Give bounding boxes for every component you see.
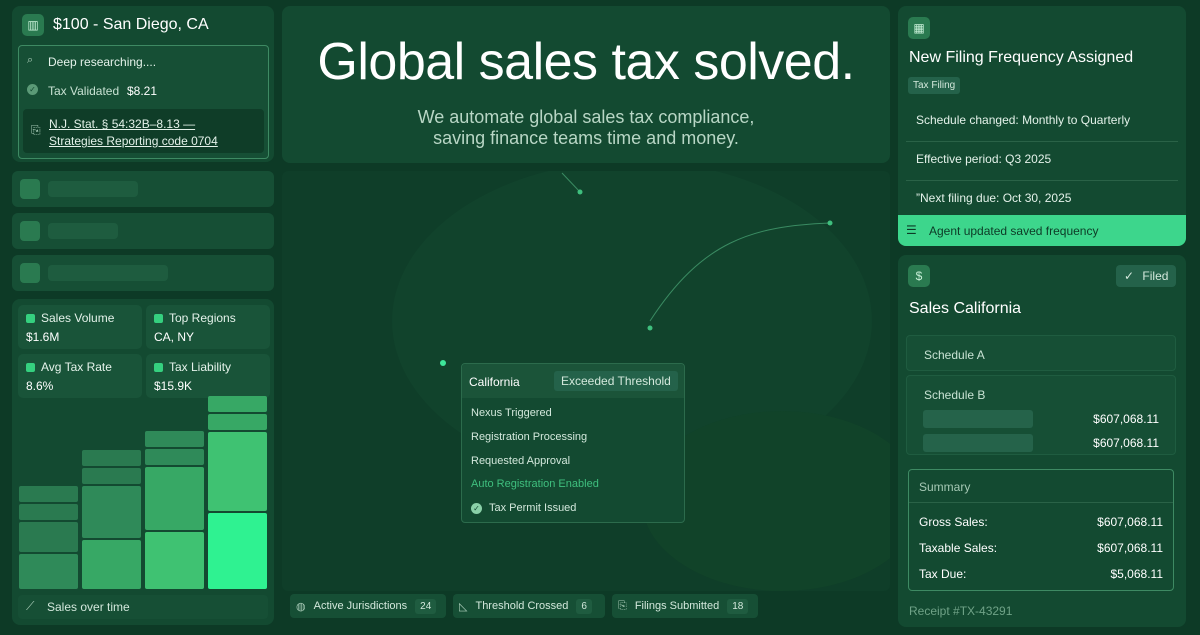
square-dot-icon <box>154 314 163 323</box>
effective-period: Effective period: Q3 2025 <box>916 152 1052 166</box>
sales-over-time-footer[interactable]: ⟋ Sales over time <box>18 595 268 619</box>
map-marker <box>827 220 833 226</box>
tax-validated-label: Tax Validated <box>48 84 120 98</box>
agent-status-text: Agent updated saved frequency <box>929 224 1099 238</box>
step-registration: Registration Processing <box>471 431 588 443</box>
sales-bar-chart <box>18 396 268 589</box>
filed-badge[interactable]: ✓ Filed <box>1116 265 1176 287</box>
citation-link[interactable]: ⎘ N.J. Stat. § 54:32B–8.13 — Strategies … <box>23 109 264 153</box>
metric-sales-volume: Sales Volume $1.6M <box>18 305 142 349</box>
citation-line-1: N.J. Stat. § 54:32B–8.13 — <box>49 117 196 131</box>
map-marker <box>577 189 583 195</box>
search-icon: ⌕ <box>27 54 34 66</box>
chart-bar-segment <box>208 432 267 511</box>
filing-card-title: New Filing Frequency Assigned <box>909 49 1134 66</box>
globe-icon: ◍ <box>296 600 306 613</box>
document-icon: ⎘ <box>31 123 41 137</box>
check-circle-icon: ✓ <box>471 503 482 514</box>
schedule-changed: Schedule changed: Monthly to Quarterly <box>916 113 1131 127</box>
placeholder-item <box>12 213 274 249</box>
gross-sales-value: $607,068.11 <box>1097 515 1163 529</box>
building-icon: ▥ <box>22 14 44 36</box>
agent-status-banner: ☰ Agent updated saved frequency <box>898 215 1186 246</box>
tax-filing-tag: Tax Filing <box>908 77 961 94</box>
chart-bar-segment <box>145 532 204 589</box>
chart-bar-segment <box>145 449 204 465</box>
schedule-a-label: Schedule A <box>924 348 985 362</box>
metric-avg-tax-rate: Avg Tax Rate 8.6% <box>18 354 142 398</box>
calendar-icon: ▦ <box>908 17 930 39</box>
threshold-badge: Exceeded Threshold <box>554 371 678 391</box>
stat-threshold-crossed[interactable]: ◺ Threshold Crossed 6 <box>453 594 605 618</box>
gross-sales-label: Gross Sales: <box>919 515 988 529</box>
list-check-icon: ☰ <box>906 223 917 237</box>
hero-title: Global sales tax solved. <box>317 33 855 91</box>
chart-bar-segment <box>19 522 78 552</box>
tax-due-label: Tax Due: <box>919 567 967 581</box>
stat-filings-submitted[interactable]: ⎘ Filings Submitted 18 <box>612 594 758 618</box>
filing-frequency-card: ▦ New Filing Frequency Assigned Tax Fili… <box>898 6 1186 246</box>
chart-bar-segment <box>82 486 141 538</box>
square-dot-icon <box>154 363 163 372</box>
chart-bar-segment <box>208 414 267 430</box>
schedule-b-label: Schedule B <box>924 388 986 402</box>
step-permit: Tax Permit Issued <box>489 502 577 514</box>
chart-bar-segment <box>19 554 78 589</box>
line-chart-icon: ⟋ <box>26 599 35 613</box>
next-filing-due: ”Next filing due: Oct 30, 2025 <box>916 191 1072 205</box>
search-card-title: $100 - San Diego, CA <box>53 16 209 33</box>
chart-bar-segment <box>82 540 141 589</box>
chart-bar-segment <box>19 486 78 502</box>
sales-card-title: Sales California <box>909 300 1022 317</box>
chart-bar-segment <box>82 468 141 484</box>
step-approval: Requested Approval <box>471 455 571 467</box>
square-dot-icon <box>26 363 35 372</box>
hero-card: Global sales tax solved. We automate glo… <box>282 6 890 163</box>
citation-line-2: Strategies Reporting code 0704 <box>49 134 218 148</box>
schedule-a-panel[interactable]: Schedule A <box>906 335 1176 371</box>
chart-bar-segment <box>19 504 78 520</box>
schedule-b-panel[interactable]: Schedule B $607,068.11 $607,068.11 <box>906 375 1176 455</box>
sales-overview-card: Sales Volume $1.6M Top Regions CA, NY Av… <box>12 299 274 625</box>
researching-status: Deep researching.... <box>48 55 157 69</box>
receipt-number: Receipt #TX-43291 <box>909 604 1013 618</box>
hero-subtitle: We automate global sales tax compliance,… <box>417 107 755 148</box>
metric-top-regions: Top Regions CA, NY <box>146 305 270 349</box>
summary-title: Summary <box>919 480 971 494</box>
chart-bar-segment <box>145 431 204 447</box>
california-popup[interactable]: California Exceeded Threshold Nexus Trig… <box>461 363 685 523</box>
step-auto-registration: Auto Registration Enabled <box>471 478 599 490</box>
check-icon: ✓ <box>1124 269 1135 283</box>
sales-california-card: $ ✓ Filed Sales California Schedule A Sc… <box>898 255 1186 627</box>
tax-due-value: $5,068.11 <box>1110 567 1164 581</box>
map-marker <box>440 360 446 366</box>
files-icon: ⎘ <box>618 599 627 612</box>
schedule-b-row: $607,068.11 <box>923 410 1159 428</box>
check-circle-icon: ✓ <box>27 84 38 95</box>
chart-icon: ◺ <box>459 600 468 613</box>
metric-tax-liability: Tax Liability $15.9K <box>146 354 270 398</box>
search-card: ▥ $100 - San Diego, CA ⌕ Deep researchin… <box>12 6 274 162</box>
sales-over-time-label: Sales over time <box>47 600 130 614</box>
tax-validated-amount: $8.21 <box>127 84 158 98</box>
step-nexus: Nexus Triggered <box>471 407 552 419</box>
chart-bar-segment <box>82 450 141 466</box>
schedule-b-row: $607,068.11 <box>923 434 1159 452</box>
chart-bar-segment <box>208 396 267 412</box>
map-marker <box>647 325 653 331</box>
stat-active-jurisdictions[interactable]: ◍ Active Jurisdictions 24 <box>290 594 446 618</box>
state-name: California <box>469 375 520 389</box>
research-panel: ⌕ Deep researching.... ✓ Tax Validated $… <box>18 45 269 159</box>
taxable-sales-value: $607,068.11 <box>1097 541 1163 555</box>
chart-bar-segment <box>145 467 204 530</box>
placeholder-item <box>12 255 274 291</box>
taxable-sales-label: Taxable Sales: <box>919 541 998 555</box>
square-dot-icon <box>26 314 35 323</box>
summary-panel: Summary Gross Sales: $607,068.11 Taxable… <box>908 469 1174 591</box>
placeholder-item <box>12 171 274 207</box>
chart-bar-segment <box>208 513 267 589</box>
receipt-icon: $ <box>908 265 930 287</box>
